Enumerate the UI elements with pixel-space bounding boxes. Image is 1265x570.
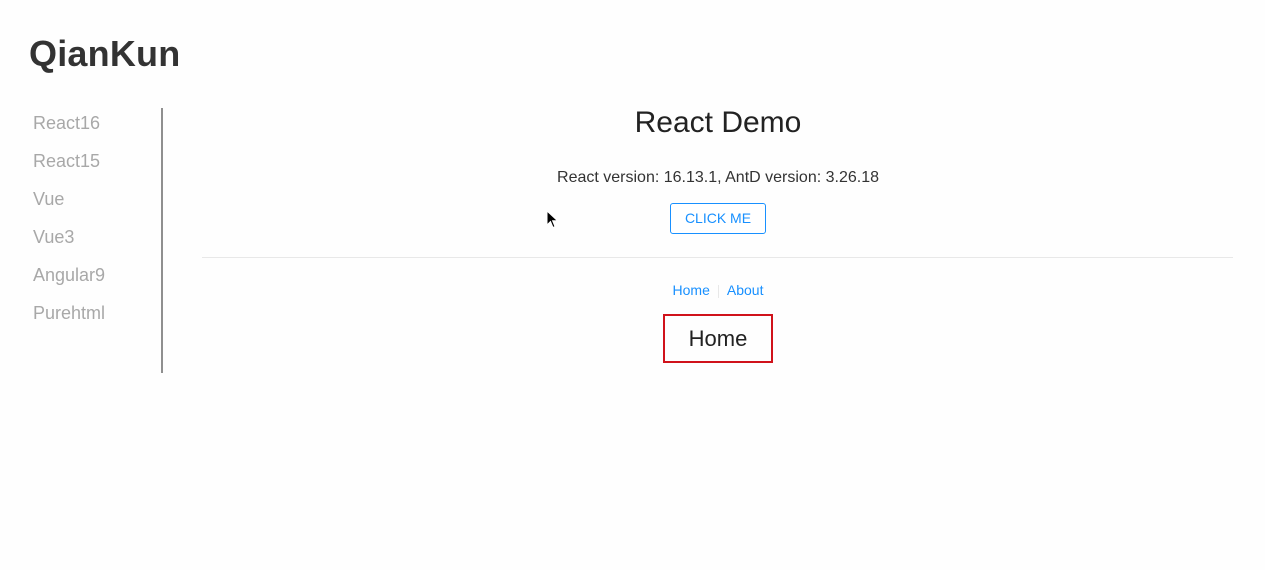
sidebar-item-vue[interactable]: Vue: [33, 187, 64, 211]
version-text: React version: 16.13.1, AntD version: 3.…: [557, 169, 879, 186]
route-content-home: Home: [663, 314, 773, 363]
sidebar: React16 React15 Vue Vue3 Angular9 Pureht…: [33, 108, 163, 373]
page-title: React Demo: [634, 106, 802, 139]
sidebar-item-purehtml[interactable]: Purehtml: [33, 301, 105, 325]
click-me-button[interactable]: CLICK ME: [670, 203, 766, 234]
nav-link-home[interactable]: Home: [673, 282, 710, 298]
mouse-pointer-icon: [546, 210, 559, 229]
nav-separator: [717, 284, 719, 298]
sidebar-item-angular9[interactable]: Angular9: [33, 263, 105, 287]
divider: [202, 257, 1233, 258]
route-nav: Home About: [163, 281, 1265, 299]
nav-link-about[interactable]: About: [727, 282, 764, 298]
micro-app-container: React Demo React version: 16.13.1, AntD …: [163, 100, 1265, 570]
app-title: QianKun: [29, 33, 181, 74]
sidebar-item-react15[interactable]: React15: [33, 149, 100, 173]
sidebar-item-vue3[interactable]: Vue3: [33, 225, 74, 249]
sidebar-item-react16[interactable]: React16: [33, 111, 100, 135]
